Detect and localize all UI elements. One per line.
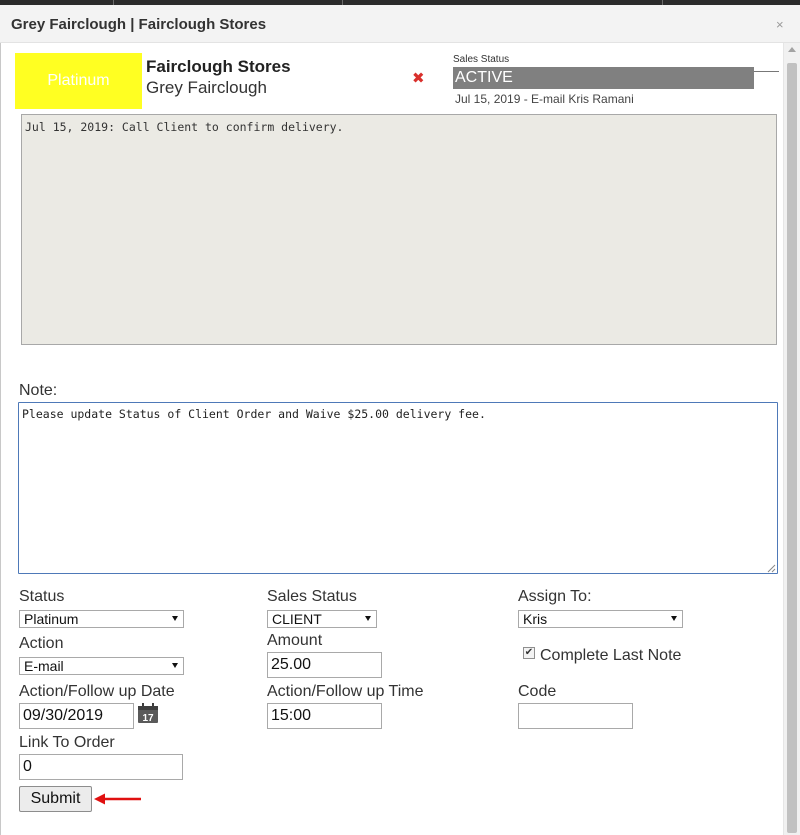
scroll-up-arrow-icon[interactable] bbox=[788, 47, 796, 52]
link-to-order-input[interactable] bbox=[19, 754, 183, 780]
vertical-scrollbar[interactable] bbox=[783, 43, 800, 835]
sales-status-label: Sales Status bbox=[267, 588, 357, 605]
chevron-down-icon bbox=[172, 663, 178, 668]
code-label: Code bbox=[518, 683, 557, 700]
chevron-down-icon bbox=[172, 616, 178, 621]
action-label: Action bbox=[19, 635, 64, 652]
note-textarea[interactable]: Please update Status of Client Order and… bbox=[18, 402, 778, 574]
note-label: Note: bbox=[19, 382, 58, 399]
link-to-order-label: Link To Order bbox=[19, 734, 115, 751]
dialog-title: Grey Fairclough | Fairclough Stores bbox=[11, 16, 267, 33]
action-select-value: E-mail bbox=[24, 658, 64, 674]
calendar-icon[interactable]: 17 bbox=[137, 703, 159, 723]
sales-status-bar: ACTIVE bbox=[453, 67, 754, 89]
followup-time-label: Action/Follow up Time bbox=[267, 683, 424, 700]
status-badge: Platinum bbox=[15, 53, 142, 109]
followup-time-input[interactable] bbox=[267, 703, 382, 729]
annotation-arrow-icon bbox=[94, 793, 141, 805]
close-icon[interactable]: × bbox=[776, 17, 784, 32]
sales-status-select-value: CLIENT bbox=[272, 611, 322, 627]
sales-status-select[interactable]: CLIENT bbox=[267, 610, 377, 628]
amount-input[interactable] bbox=[267, 652, 382, 678]
followup-date-input[interactable] bbox=[19, 703, 134, 729]
code-input[interactable] bbox=[518, 703, 633, 729]
assign-to-select[interactable]: Kris bbox=[518, 610, 683, 628]
action-select[interactable]: E-mail bbox=[19, 657, 184, 675]
submit-button[interactable]: Submit bbox=[19, 786, 92, 812]
dialog-left-edge bbox=[0, 5, 1, 835]
chevron-down-icon bbox=[365, 616, 371, 621]
contact-name: Grey Fairclough bbox=[146, 78, 267, 97]
sales-status-value: ACTIVE bbox=[455, 69, 513, 86]
company-name: Fairclough Stores bbox=[146, 57, 291, 76]
assign-to-select-value: Kris bbox=[523, 611, 548, 627]
complete-last-note-checkbox[interactable]: ✔ bbox=[523, 647, 535, 659]
resize-grip-icon[interactable] bbox=[766, 563, 776, 573]
sales-status-caption: Sales Status bbox=[453, 54, 510, 65]
status-badge-label: Platinum bbox=[47, 72, 110, 89]
assign-to-label: Assign To: bbox=[518, 588, 592, 605]
history-entry: Jul 15, 2019: Call Client to confirm del… bbox=[25, 120, 344, 134]
history-log: Jul 15, 2019: Call Client to confirm del… bbox=[21, 114, 777, 345]
calendar-day-text: 17 bbox=[142, 713, 154, 723]
delete-icon[interactable]: ✖ bbox=[412, 69, 425, 87]
complete-last-note-label: Complete Last Note bbox=[540, 647, 682, 664]
followup-date-label: Action/Follow up Date bbox=[19, 683, 175, 700]
last-action-text: Jul 15, 2019 - E-mail Kris Ramani bbox=[455, 92, 634, 106]
chevron-down-icon bbox=[671, 616, 677, 621]
amount-label: Amount bbox=[267, 632, 323, 649]
scrollbar-thumb[interactable] bbox=[787, 63, 797, 833]
sales-status-connector bbox=[754, 71, 779, 72]
status-label: Status bbox=[19, 588, 65, 605]
status-select-value: Platinum bbox=[24, 611, 79, 627]
status-select[interactable]: Platinum bbox=[19, 610, 184, 628]
dialog-titlebar: Grey Fairclough | Fairclough Stores × bbox=[0, 5, 800, 43]
